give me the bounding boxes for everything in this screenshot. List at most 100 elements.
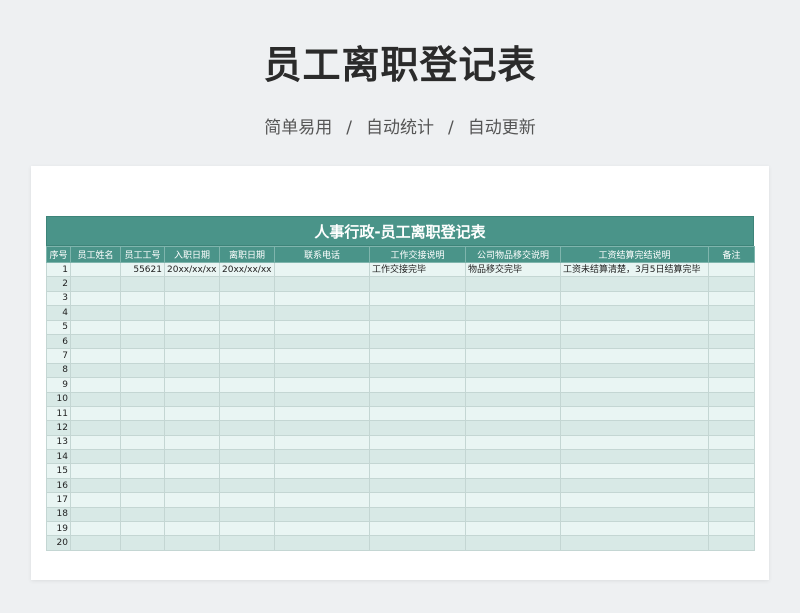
table-cell[interactable] — [219, 420, 275, 436]
table-cell[interactable] — [219, 477, 275, 494]
table-cell[interactable] — [465, 333, 561, 350]
table-cell[interactable]: 6 — [46, 333, 71, 350]
column-header[interactable]: 序号 — [46, 246, 71, 263]
table-cell[interactable]: 17 — [46, 492, 71, 508]
table-cell[interactable] — [70, 477, 121, 494]
table-cell[interactable] — [70, 377, 121, 393]
table-cell[interactable] — [369, 492, 466, 508]
table-cell[interactable] — [708, 521, 755, 537]
table-cell[interactable] — [164, 449, 220, 465]
table-cell[interactable] — [708, 377, 755, 393]
table-cell[interactable] — [560, 305, 709, 321]
table-cell[interactable] — [120, 535, 165, 551]
table-cell[interactable] — [708, 405, 755, 422]
table-cell[interactable] — [219, 377, 275, 393]
table-cell[interactable] — [708, 319, 755, 335]
table-cell[interactable] — [708, 305, 755, 321]
table-cell[interactable] — [274, 449, 370, 465]
table-cell[interactable] — [120, 319, 165, 335]
table-cell[interactable] — [465, 290, 561, 307]
table-cell[interactable] — [465, 506, 561, 523]
table-cell[interactable] — [369, 420, 466, 436]
table-cell[interactable] — [560, 333, 709, 350]
table-cell[interactable] — [369, 391, 466, 407]
table-cell[interactable] — [274, 362, 370, 379]
table-cell[interactable] — [369, 449, 466, 465]
table-cell[interactable] — [219, 305, 275, 321]
table-cell[interactable] — [70, 276, 121, 292]
column-header[interactable]: 工资结算完结说明 — [560, 246, 709, 263]
table-cell[interactable] — [274, 521, 370, 537]
table-cell[interactable]: 20xx/xx/xx — [219, 261, 275, 278]
table-cell[interactable] — [274, 319, 370, 335]
table-cell[interactable] — [560, 348, 709, 364]
table-cell[interactable]: 13 — [46, 434, 71, 451]
table-cell[interactable] — [369, 362, 466, 379]
table-cell[interactable] — [465, 405, 561, 422]
table-cell[interactable] — [369, 290, 466, 307]
table-cell[interactable] — [219, 521, 275, 537]
table-cell[interactable]: 3 — [46, 290, 71, 307]
table-cell[interactable]: 5 — [46, 319, 71, 335]
table-cell[interactable] — [369, 405, 466, 422]
table-cell[interactable]: 18 — [46, 506, 71, 523]
table-cell[interactable] — [274, 405, 370, 422]
table-cell[interactable] — [465, 535, 561, 551]
table-cell[interactable] — [219, 391, 275, 407]
table-cell[interactable] — [560, 290, 709, 307]
table-cell[interactable] — [465, 477, 561, 494]
table-cell[interactable] — [164, 463, 220, 479]
table-cell[interactable] — [708, 492, 755, 508]
table-cell[interactable] — [219, 362, 275, 379]
table-cell[interactable] — [164, 319, 220, 335]
table-cell[interactable]: 15 — [46, 463, 71, 479]
table-cell[interactable] — [708, 333, 755, 350]
table-cell[interactable] — [164, 477, 220, 494]
table-cell[interactable] — [560, 276, 709, 292]
table-cell[interactable] — [369, 377, 466, 393]
table-cell[interactable] — [120, 362, 165, 379]
table-cell[interactable] — [708, 362, 755, 379]
table-cell[interactable] — [120, 391, 165, 407]
table-cell[interactable] — [70, 463, 121, 479]
table-cell[interactable] — [164, 405, 220, 422]
table-cell[interactable] — [70, 333, 121, 350]
table-cell[interactable] — [120, 463, 165, 479]
table-cell[interactable]: 9 — [46, 377, 71, 393]
table-cell[interactable] — [560, 535, 709, 551]
column-header[interactable]: 员工工号 — [120, 246, 165, 263]
table-cell[interactable] — [70, 405, 121, 422]
table-cell[interactable] — [560, 391, 709, 407]
table-cell[interactable] — [164, 506, 220, 523]
table-cell[interactable]: 2 — [46, 276, 71, 292]
table-cell[interactable] — [465, 434, 561, 451]
table-cell[interactable] — [70, 434, 121, 451]
table-cell[interactable] — [274, 535, 370, 551]
table-cell[interactable] — [219, 535, 275, 551]
table-cell[interactable]: 7 — [46, 348, 71, 364]
table-cell[interactable] — [164, 492, 220, 508]
table-cell[interactable] — [164, 305, 220, 321]
table-cell[interactable] — [70, 420, 121, 436]
table-cell[interactable] — [560, 362, 709, 379]
table-cell[interactable] — [274, 463, 370, 479]
table-cell[interactable] — [274, 477, 370, 494]
table-cell[interactable] — [560, 420, 709, 436]
table-cell[interactable] — [708, 506, 755, 523]
table-cell[interactable] — [560, 463, 709, 479]
table-cell[interactable]: 20xx/xx/xx — [164, 261, 220, 278]
table-cell[interactable] — [708, 348, 755, 364]
table-cell[interactable] — [164, 276, 220, 292]
table-cell[interactable] — [369, 348, 466, 364]
table-cell[interactable] — [120, 521, 165, 537]
table-cell[interactable] — [70, 348, 121, 364]
table-cell[interactable] — [465, 449, 561, 465]
table-cell[interactable] — [219, 405, 275, 422]
table-cell[interactable] — [274, 420, 370, 436]
table-cell[interactable] — [465, 521, 561, 537]
table-cell[interactable] — [369, 477, 466, 494]
table-cell[interactable] — [70, 506, 121, 523]
column-header[interactable]: 联系电话 — [274, 246, 370, 263]
table-cell[interactable] — [70, 449, 121, 465]
column-header[interactable]: 公司物品移交说明 — [465, 246, 561, 263]
